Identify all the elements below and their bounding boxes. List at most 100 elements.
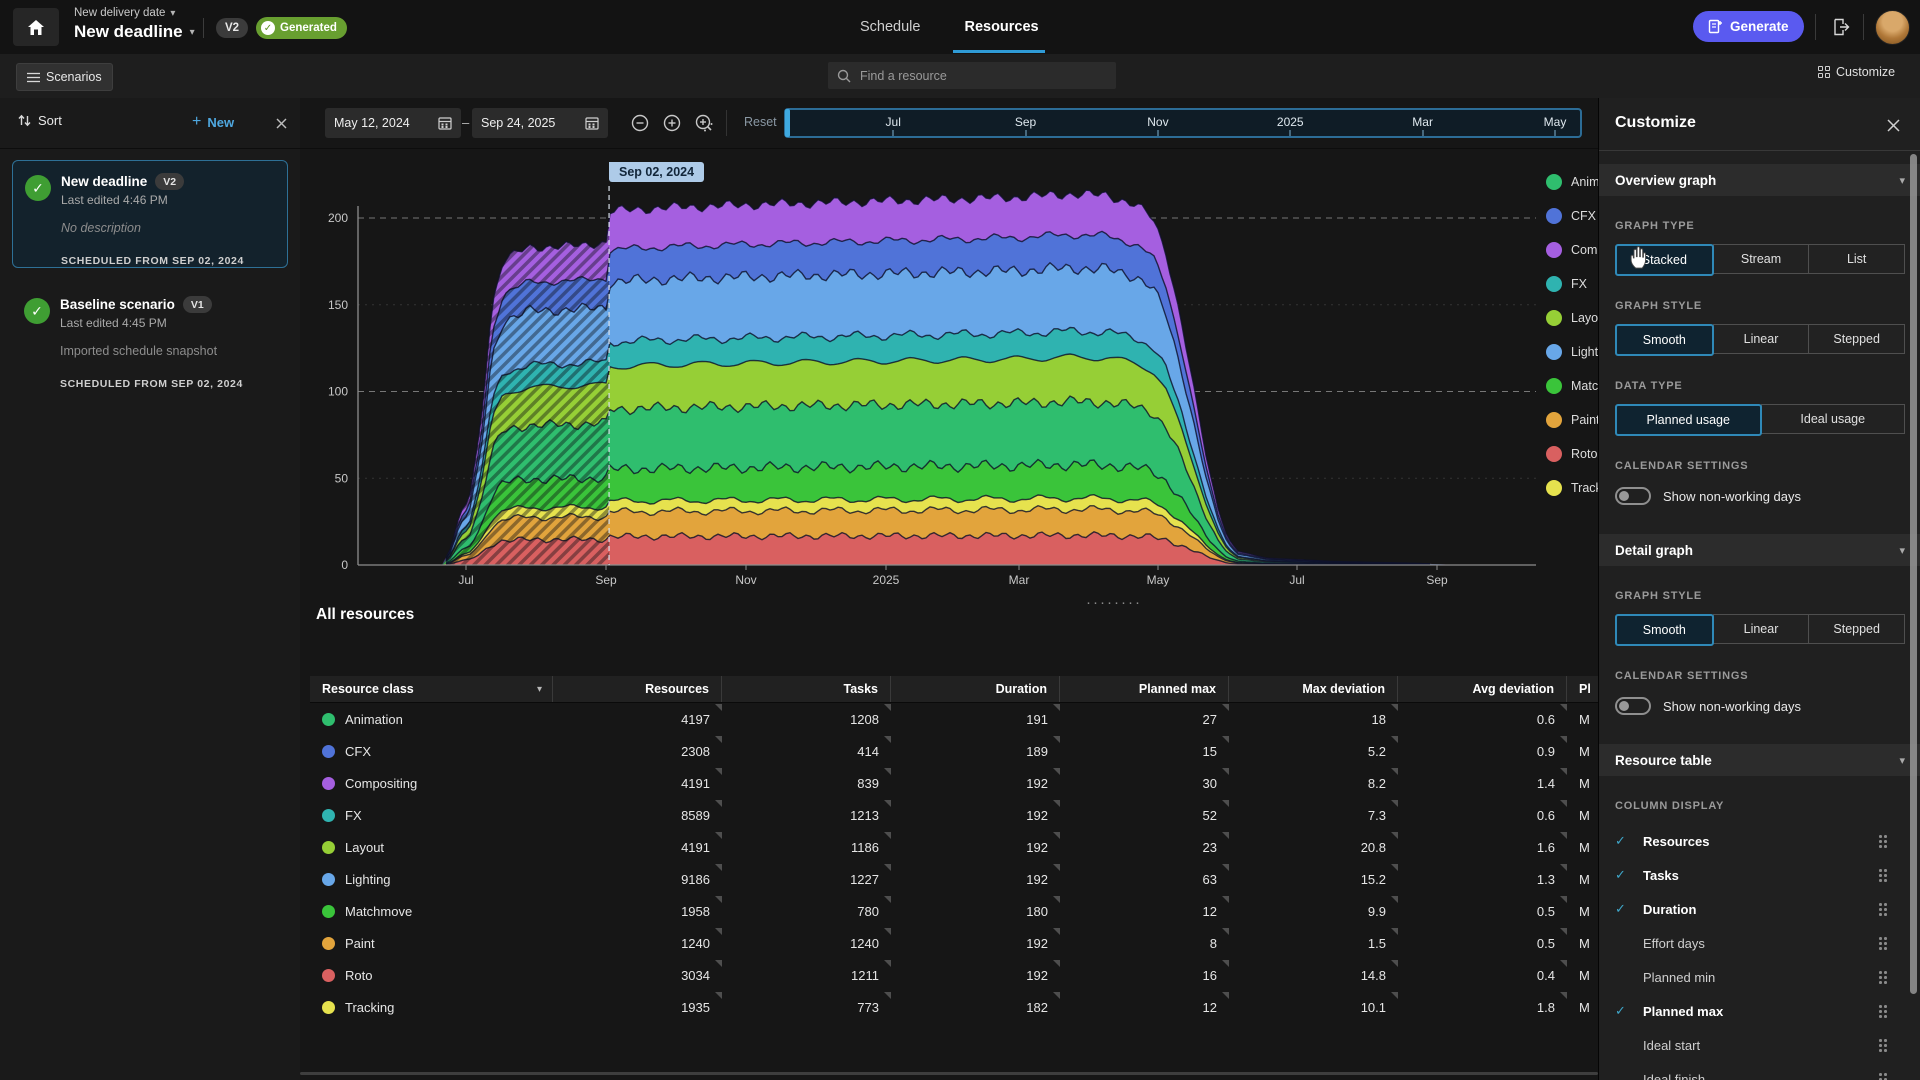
date-to-field[interactable]: Sep 24, 2025 [472, 108, 608, 138]
sort-button[interactable]: Sort [18, 113, 62, 128]
option-smooth[interactable]: Smooth [1615, 614, 1714, 646]
export-button[interactable] [1829, 15, 1853, 39]
home-button[interactable] [13, 8, 59, 46]
value-cell: 12 [1060, 991, 1229, 1023]
drag-handle-icon[interactable] [1879, 869, 1887, 881]
resource-class-name: Roto [345, 967, 373, 983]
column-header-resource-class[interactable]: Resource class ▾ [310, 676, 553, 702]
column-header-duration[interactable]: Duration [891, 676, 1060, 702]
legend-item[interactable]: Animation [1546, 174, 1598, 190]
legend-item[interactable]: Tracking [1546, 480, 1598, 496]
user-avatar[interactable] [1875, 10, 1910, 45]
horizontal-scrollbar[interactable] [300, 1072, 1598, 1075]
date-from-field[interactable]: May 12, 2024 [325, 108, 461, 138]
column-header-tasks[interactable]: Tasks [722, 676, 891, 702]
drag-handle-icon[interactable] [1879, 1005, 1887, 1017]
value-cell: 14.8 [1229, 959, 1398, 991]
breadcrumb-project[interactable]: New delivery date ▾ [74, 7, 175, 19]
timeline-scrubber[interactable]: Jul Sep Nov 2025 Mar May [784, 108, 1582, 138]
column-header-resources[interactable]: Resources [553, 676, 722, 702]
zoom-fit-button[interactable] [694, 113, 714, 133]
table-row[interactable]: Paint 1240 1240 192 8 1.5 0.5 M [310, 927, 1598, 959]
scenario-card[interactable]: ✓ Baseline scenario V1 Last edited 4:45 PM I… [12, 284, 288, 392]
option-planned-usage[interactable]: Planned usage [1615, 404, 1762, 436]
drag-handle-icon[interactable] [1879, 971, 1887, 983]
column-header-pl[interactable]: Pl [1567, 676, 1598, 702]
value-cell: 192 [891, 959, 1060, 991]
legend-item[interactable]: Layout [1546, 310, 1598, 326]
drag-handle-icon[interactable] [1879, 903, 1887, 915]
column-option-duration[interactable]: ✓ Duration [1599, 892, 1903, 926]
column-option-planned-min[interactable]: Planned min [1599, 960, 1903, 994]
scenario-title-dropdown[interactable]: New deadline ▾ [74, 22, 195, 42]
section-title: Detail graph [1615, 542, 1694, 558]
legend-item[interactable]: Matchmove [1546, 378, 1598, 394]
legend-item[interactable]: Compositing [1546, 242, 1598, 258]
column-header-max-deviation[interactable]: Max deviation [1229, 676, 1398, 702]
customize-toggle-button[interactable]: Customize [1818, 65, 1895, 79]
overview-chart[interactable]: 0 50 100 150 200 Jul Sep Nov 2025 Mar May Jul Sep [300, 148, 1598, 618]
tab-resources[interactable]: Resources [964, 0, 1038, 54]
legend-item[interactable]: CFX [1546, 208, 1596, 224]
divider [726, 110, 727, 136]
table-row[interactable]: Animation 4197 1208 191 27 18 0.6 M [310, 703, 1598, 735]
close-sidebar-button[interactable] [272, 114, 290, 132]
drag-handle-icon[interactable] [1879, 1039, 1887, 1051]
legend-item[interactable]: Roto [1546, 446, 1597, 462]
group-label: GRAPH STYLE [1615, 590, 1703, 602]
legend-item[interactable]: Lighting [1546, 344, 1598, 360]
option-stream[interactable]: Stream [1712, 244, 1810, 274]
value-cell: 182 [891, 991, 1060, 1023]
stacked-area-chart[interactable]: 0 50 100 150 200 Jul Sep Nov 2025 Mar May Jul Sep [300, 148, 1598, 618]
table-row[interactable]: FX 8589 1213 192 52 7.3 0.6 M [310, 799, 1598, 831]
drag-handle-icon[interactable] [1879, 835, 1887, 847]
legend-item[interactable]: Paint [1546, 412, 1598, 428]
table-row[interactable]: Layout 4191 1186 192 23 20.8 1.6 M [310, 831, 1598, 863]
toggle-switch[interactable] [1615, 697, 1651, 715]
panel-resize-grip[interactable]: ········ [1086, 594, 1142, 611]
column-option-effort-days[interactable]: Effort days [1599, 926, 1903, 960]
column-option-ideal-finish[interactable]: Ideal finish [1599, 1062, 1903, 1080]
option-linear[interactable]: Linear [1712, 324, 1810, 354]
table-row[interactable]: CFX 2308 414 189 15 5.2 0.9 M [310, 735, 1598, 767]
table-row[interactable]: Tracking 1935 773 182 12 10.1 1.8 M [310, 991, 1598, 1023]
table-row[interactable]: Matchmove 1958 780 180 12 9.9 0.5 M [310, 895, 1598, 927]
legend-item[interactable]: FX [1546, 276, 1587, 292]
column-option-planned-max[interactable]: ✓ Planned max [1599, 994, 1903, 1028]
option-stepped[interactable]: Stepped [1808, 324, 1906, 354]
new-scenario-button[interactable]: + New [192, 113, 234, 131]
column-option-resources[interactable]: ✓ Resources [1599, 824, 1903, 858]
zoom-in-button[interactable] [662, 113, 682, 133]
column-header-avg-deviation[interactable]: Avg deviation [1398, 676, 1567, 702]
scenarios-toggle-button[interactable]: Scenarios [16, 63, 113, 91]
scenario-card[interactable]: ✓ New deadline V2 Last edited 4:46 PM No des… [12, 160, 288, 268]
column-header-planned-max[interactable]: Planned max [1060, 676, 1229, 702]
zoom-out-button[interactable] [630, 113, 650, 133]
chevron-down-icon[interactable]: ▾ [537, 684, 542, 695]
table-row[interactable]: Roto 3034 1211 192 16 14.8 0.4 M [310, 959, 1598, 991]
resource-search[interactable] [828, 62, 1116, 89]
drag-handle-icon[interactable] [1879, 1073, 1887, 1080]
option-stepped[interactable]: Stepped [1808, 614, 1906, 644]
generate-button[interactable]: Generate [1693, 11, 1804, 42]
option-ideal-usage[interactable]: Ideal usage [1760, 404, 1905, 434]
table-row[interactable]: Compositing 4191 839 192 30 8.2 1.4 M [310, 767, 1598, 799]
column-option-tasks[interactable]: ✓ Tasks [1599, 858, 1903, 892]
reset-zoom-button[interactable]: Reset [744, 115, 777, 129]
table-row[interactable]: Lighting 9186 1227 192 63 15.2 1.3 M [310, 863, 1598, 895]
section-header-resource-table[interactable]: Resource table ▾ [1599, 744, 1920, 776]
scrubber-handle[interactable] [785, 109, 790, 137]
option-linear[interactable]: Linear [1712, 614, 1810, 644]
search-input[interactable] [858, 67, 1082, 84]
tab-schedule[interactable]: Schedule [860, 0, 920, 54]
toggle-switch[interactable] [1615, 487, 1651, 505]
panel-scrollbar[interactable] [1910, 154, 1917, 994]
option-smooth[interactable]: Smooth [1615, 324, 1714, 356]
drag-handle-icon[interactable] [1879, 937, 1887, 949]
option-list[interactable]: List [1808, 244, 1906, 274]
section-header-detail-graph[interactable]: Detail graph ▾ [1599, 534, 1920, 566]
section-header-overview-graph[interactable]: Overview graph ▾ [1599, 164, 1920, 196]
column-option-ideal-start[interactable]: Ideal start [1599, 1028, 1903, 1062]
resource-class-name: Layout [345, 839, 385, 855]
close-customize-button[interactable] [1884, 116, 1902, 134]
